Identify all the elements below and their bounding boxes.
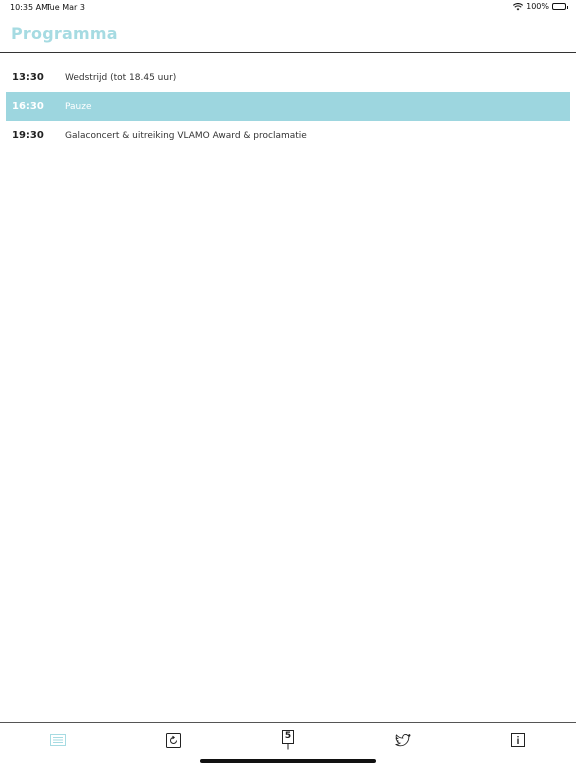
status-time: 10:35 AM	[10, 3, 48, 12]
tab-info[interactable]	[509, 732, 527, 748]
schedule-description: Pauze	[65, 101, 92, 112]
page-title: Programma	[11, 24, 118, 43]
header: Programma	[0, 14, 576, 53]
schedule-description: Wedstrijd (tot 18.45 uur)	[65, 72, 177, 83]
tab-refresh[interactable]	[164, 732, 182, 748]
home-indicator	[200, 759, 376, 763]
battery-icon	[552, 3, 568, 10]
wifi-icon	[513, 2, 524, 11]
tab-number[interactable]: 5	[279, 729, 297, 751]
info-icon	[511, 733, 525, 747]
tab-twitter[interactable]	[394, 732, 412, 748]
number-5-label: 5	[284, 731, 292, 741]
schedule-row[interactable]: 13:30 Wedstrijd (tot 18.45 uur)	[6, 63, 570, 92]
schedule-row-selected[interactable]: 16:30 Pauze	[6, 92, 570, 121]
status-indicators: 100%	[513, 2, 568, 11]
schedule-description: Galaconcert & uitreiking VLAMO Award & p…	[65, 130, 307, 141]
schedule-list: 13:30 Wedstrijd (tot 18.45 uur) 16:30 Pa…	[6, 63, 570, 150]
tab-program[interactable]	[49, 732, 67, 748]
app-screen: 10:35 AM Tue Mar 3 100% Programma 13:30 …	[0, 0, 576, 768]
schedule-time: 13:30	[12, 72, 44, 83]
schedule-time: 16:30	[12, 101, 44, 112]
refresh-icon	[165, 732, 181, 748]
status-bar: 10:35 AM Tue Mar 3 100%	[0, 0, 576, 14]
twitter-icon	[395, 733, 411, 747]
list-icon	[50, 734, 66, 746]
schedule-row[interactable]: 19:30 Galaconcert & uitreiking VLAMO Awa…	[6, 121, 570, 150]
number-5-pin-icon: 5	[282, 730, 294, 750]
schedule-time: 19:30	[12, 130, 44, 141]
status-date: Tue Mar 3	[46, 3, 85, 12]
battery-percentage: 100%	[526, 2, 549, 11]
